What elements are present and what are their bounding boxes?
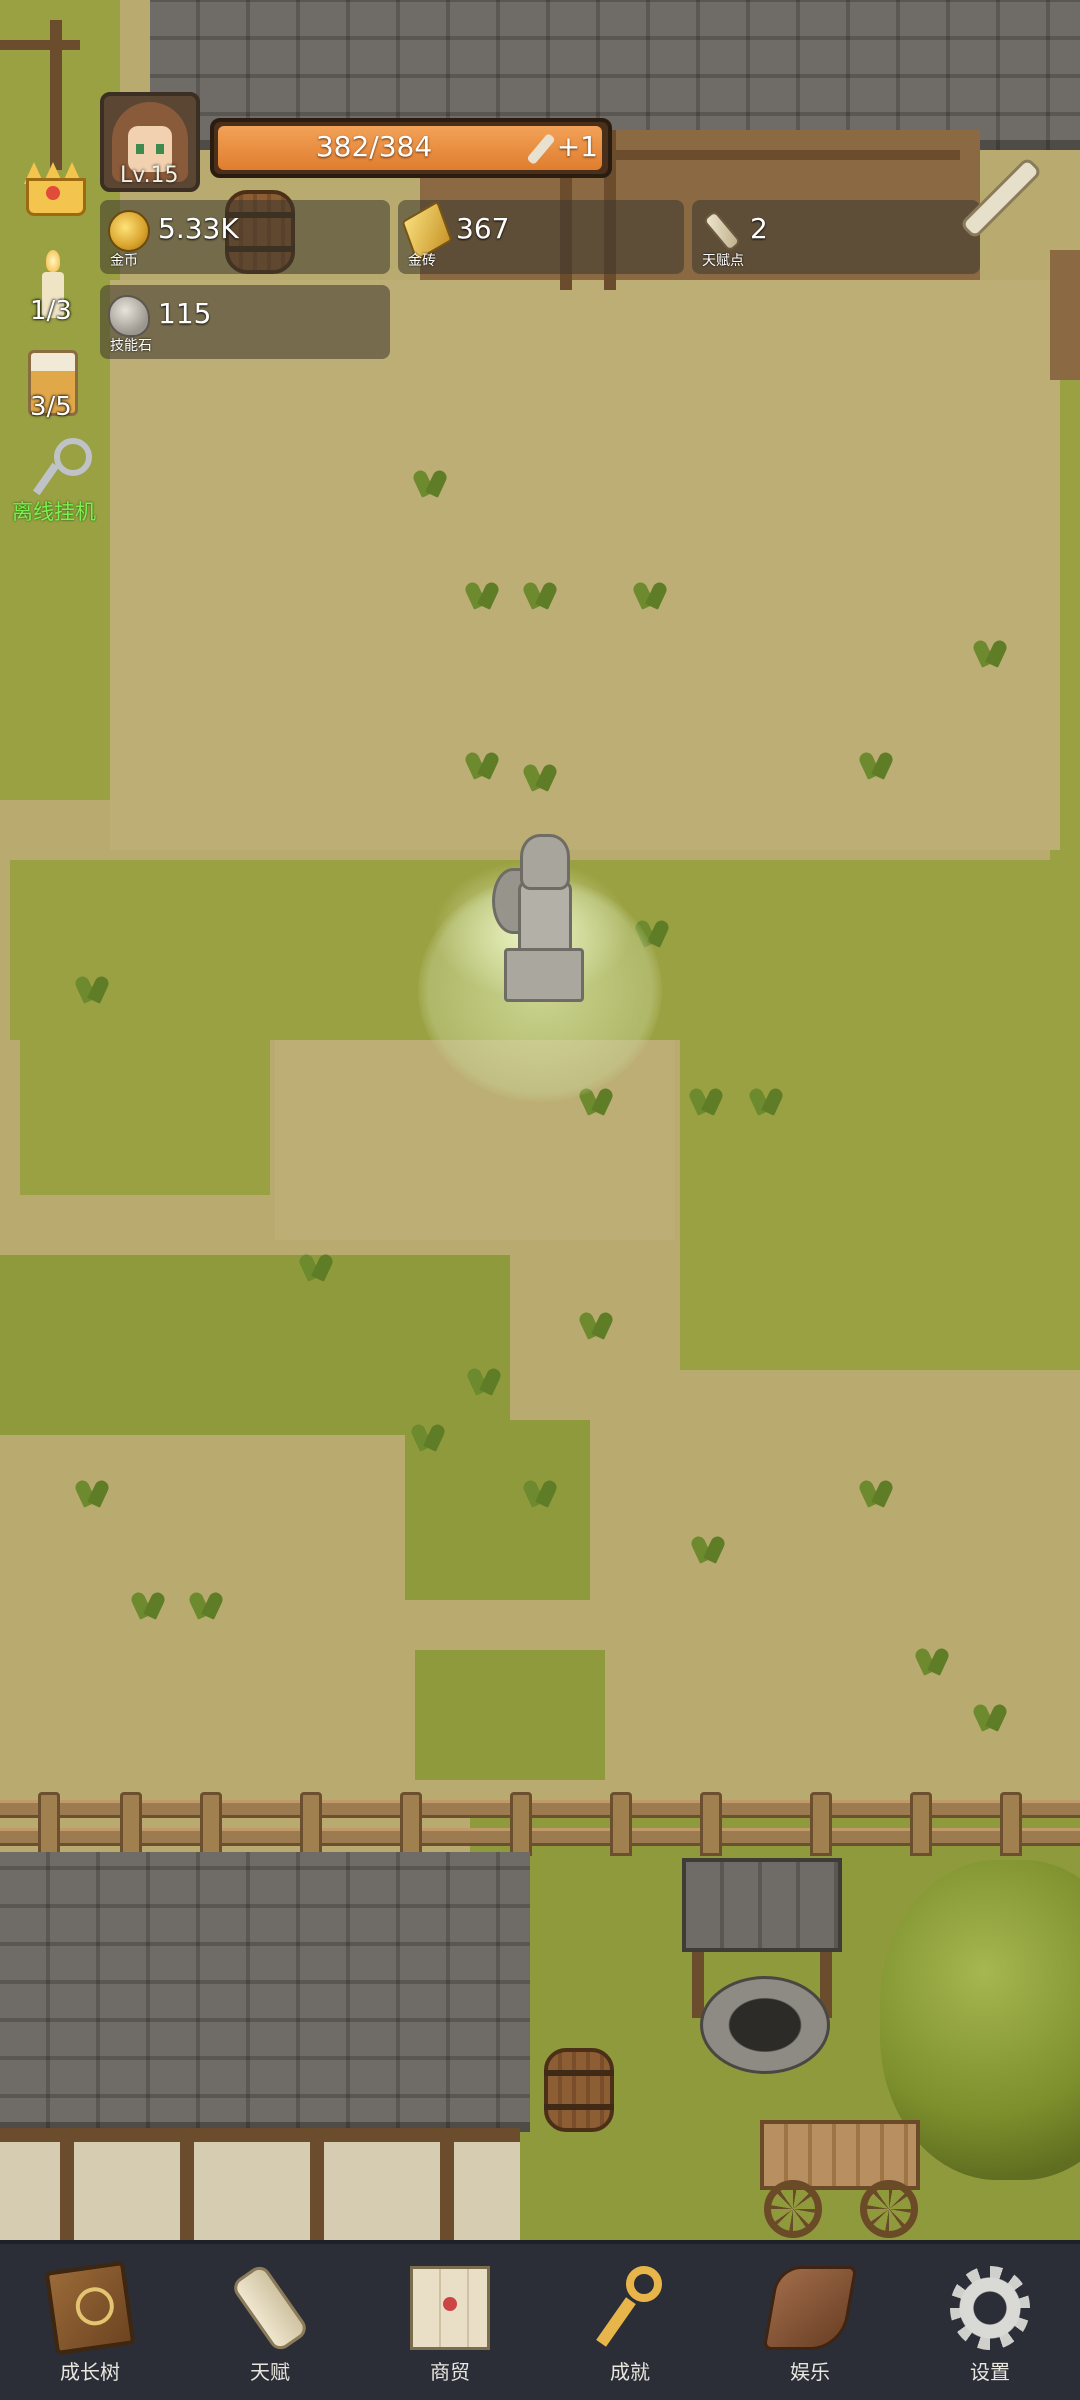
resource-caption: 天赋点 [702,253,744,269]
resource-gold-bricks[interactable]: 367 金砖 [398,200,684,274]
building-roof [0,1852,530,2132]
beam [50,20,62,170]
grass-tuft [296,1246,336,1280]
well [682,1858,842,2078]
fence-post [810,1792,832,1856]
book-icon [44,2260,136,2356]
fence-post [700,1792,722,1856]
map-icon [410,2266,490,2350]
health-bar: 382/384 +1 [210,118,612,178]
fence-post [120,1792,142,1856]
grass-tuft [186,1584,226,1618]
wooden-cart [740,2110,940,2240]
health-bonus: +1 [556,130,598,163]
nav-talent[interactable]: 天赋 [180,2244,360,2400]
candle-count: 1/3 [30,296,72,326]
grass-tuft [856,744,896,778]
fence-post [200,1792,222,1856]
grass-tuft [746,1080,786,1114]
nav-label: 成长树 [60,2360,120,2384]
resource-gold-coins[interactable]: 5.33K 金币 [100,200,390,274]
nav-label: 天赋 [250,2360,290,2384]
nav-label: 娱乐 [790,2360,830,2384]
grass-tuft [520,1472,560,1506]
fence-post [610,1792,632,1856]
fence-post [400,1792,422,1856]
resource-value: 115 [158,297,212,330]
key-icon[interactable] [32,436,92,496]
resource-value: 367 [456,212,510,245]
grass-tuft [856,1472,896,1506]
fence-post [910,1792,932,1856]
fence-post [510,1792,532,1856]
nav-achievements[interactable]: 成就 [540,2244,720,2400]
scroll-icon [702,209,742,253]
grass-field [20,1030,270,1195]
grass-tuft [970,1696,1010,1730]
resource-caption: 金砖 [408,253,436,269]
key-icon [590,2266,670,2350]
bottom-navigation: 成长树 天赋 商贸 成就 娱乐 设置 [0,2240,1080,2400]
nav-settings[interactable]: 设置 [900,2244,1080,2400]
grass-tuft [128,1584,168,1618]
grass-field [680,1040,1080,1370]
gear-icon [950,2266,1030,2350]
fence-post [1000,1792,1022,1856]
grass-tuft [970,632,1010,666]
resource-caption: 技能石 [110,338,152,354]
beer-count: 3/5 [30,392,72,422]
nav-label: 成就 [610,2360,650,2384]
nav-label: 商贸 [430,2360,470,2384]
grass-tuft [912,1640,952,1674]
grass-tuft [462,744,502,778]
nav-entertainment[interactable]: 娱乐 [720,2244,900,2400]
game-scene: Lv.15 382/384 +1 5.33K 金币 367 金砖 2 天赋点 1… [0,0,1080,2400]
beam [180,2128,194,2240]
grass-tuft [688,1528,728,1562]
angel-statue[interactable] [490,828,590,1008]
grass-tuft [72,968,112,1002]
beam [60,2128,74,2240]
leather-icon [762,2266,858,2350]
resource-skill-stones[interactable]: 115 技能石 [100,285,390,359]
fence-post [38,1792,60,1856]
resource-talent-points[interactable]: 2 天赋点 [692,200,980,274]
grass-tuft [408,1416,448,1450]
nav-growth-tree[interactable]: 成长树 [0,2244,180,2400]
grass-field [0,1255,510,1435]
grass-tuft [520,574,560,608]
resource-value: 2 [750,212,768,245]
coin-icon [108,210,150,252]
barrel-icon [544,2048,614,2132]
nav-label: 设置 [970,2360,1010,2384]
building-wall [1050,250,1080,380]
offline-afk-button[interactable]: 离线挂机 [12,496,96,526]
grass-field [415,1650,605,1780]
grass-tuft [576,1304,616,1338]
beam [310,2128,324,2240]
crown-icon[interactable] [20,158,86,216]
player-level: Lv.15 [120,163,179,188]
nav-trade[interactable]: 商贸 [360,2244,540,2400]
beam [440,2128,454,2240]
grass-tuft [630,574,670,608]
grass-tuft [686,1080,726,1114]
grass-tuft [462,574,502,608]
scroll-icon [229,2262,311,2354]
resource-caption: 金币 [110,253,138,269]
skill-stone-icon [108,295,150,337]
grass-tuft [72,1472,112,1506]
grass-tuft [464,1360,504,1394]
grass-tuft [520,756,560,790]
dirt-path [110,280,1060,850]
fence-post [300,1792,322,1856]
health-text: 382/384 [315,130,433,163]
beam [0,40,80,50]
grass-tuft [410,462,450,496]
resource-value: 5.33K [158,212,239,245]
